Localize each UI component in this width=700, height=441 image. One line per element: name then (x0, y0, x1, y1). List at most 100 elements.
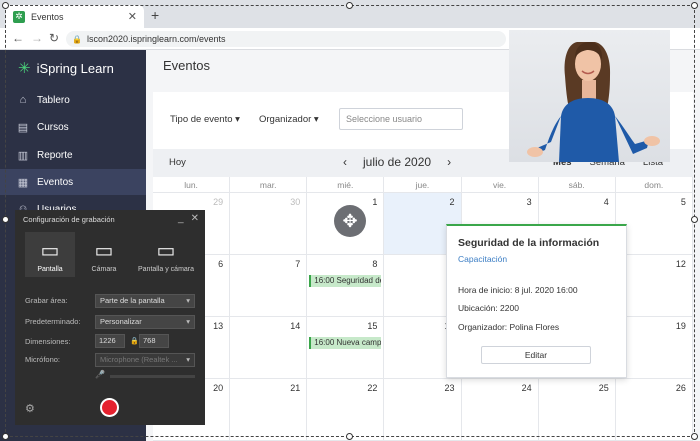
brand-logo[interactable]: ✳ iSpring Learn (18, 59, 114, 77)
sidebar-item-reporte[interactable]: ▥ Reporte (0, 142, 146, 168)
day-number: 29 (213, 197, 224, 207)
sidebar-item-eventos[interactable]: ▦ Eventos (0, 169, 146, 195)
popover-start: Hora de inicio: 8 jul. 2020 16:00 (458, 285, 578, 295)
calendar-event[interactable]: 16:00 Nueva campaña (309, 337, 382, 349)
presenter-photo (527, 42, 660, 162)
weekday-label: jue. (384, 177, 462, 193)
calendar-day-cell[interactable]: 21 (230, 379, 308, 441)
browser-tab-bar: ✲ Eventos ✕ + (0, 0, 700, 28)
popover-location: Ubicación: 2200 (458, 303, 519, 313)
day-number: 8 (372, 259, 378, 269)
sidebar-item-tablero[interactable]: ⌂ Tablero (0, 87, 146, 113)
sidebar-item-label: Tablero (37, 94, 70, 106)
weekday-label: mar. (230, 177, 308, 193)
sidebar-item-cursos[interactable]: ▤ Cursos (0, 114, 146, 140)
day-number: 24 (521, 383, 532, 393)
panel-controls: _ ✕ (178, 213, 199, 224)
month-nav: ‹ julio de 2020 › (343, 155, 451, 169)
popover-category[interactable]: Capacitación (458, 254, 507, 264)
weekday-label: mié. (307, 177, 385, 193)
page-title: Eventos (163, 58, 210, 73)
chart-icon: ▥ (17, 149, 29, 162)
chevron-down-icon: ▾ (313, 114, 319, 125)
event-popover: Seguridad de la información Capacitación… (446, 224, 627, 378)
brand-name: iSpring Learn (36, 60, 114, 76)
day-number: 4 (603, 197, 609, 207)
day-number: 14 (290, 321, 301, 331)
event-type-filter[interactable]: Tipo de evento ▾ (170, 114, 240, 125)
screen: ✲ Eventos ✕ + ← → ↻ 🔒 lscon2020.ispringl… (0, 0, 700, 441)
calendar-event[interactable]: 16:00 Seguridad de la información (309, 275, 382, 287)
calendar-day-cell[interactable]: 15 16:00 Nueva campaña (307, 317, 385, 379)
prev-month-icon[interactable]: ‹ (343, 155, 347, 169)
calendar-day-cell[interactable]: 14 (230, 317, 308, 379)
edit-button[interactable]: Editar (481, 346, 591, 364)
forward-icon[interactable]: → (31, 31, 43, 45)
close-icon[interactable]: ✕ (191, 213, 199, 224)
webcam-preview (509, 30, 670, 162)
today-button[interactable]: Hoy (169, 157, 186, 168)
monitor-icon: ▭ (40, 240, 60, 262)
calendar-icon: ▦ (17, 176, 29, 189)
calendar-day-cell[interactable]: 12 (615, 255, 693, 317)
source-label: Pantalla (37, 266, 63, 273)
chevron-down-icon: ▾ (235, 114, 240, 125)
sidebar-item-label: Eventos (37, 176, 74, 188)
day-number: 19 (675, 321, 686, 331)
day-number: 26 (675, 383, 686, 393)
calendar-day-cell[interactable]: 23 (384, 379, 462, 441)
calendar-day-cell[interactable]: 19 (615, 317, 693, 379)
aspect-lock-icon[interactable]: 🔒 (130, 337, 139, 345)
height-field[interactable]: 768 (139, 334, 169, 348)
weekday-label: sáb. (538, 177, 616, 193)
url-text: lscon2020.ispringlearn.com/events (86, 34, 226, 44)
day-number: 7 (295, 259, 301, 269)
sidebar-item-label: Reporte (37, 149, 73, 161)
calendar-day-cell[interactable]: 7 (230, 255, 308, 317)
source-camera-button[interactable]: ▭ Cámara (79, 232, 129, 277)
day-number: 3 (526, 197, 532, 207)
mic-volume-slider[interactable] (110, 375, 195, 378)
calendar-day-cell[interactable]: 24 (461, 379, 539, 441)
width-field[interactable]: 1226 (95, 334, 125, 348)
url-field[interactable]: 🔒 lscon2020.ispringlearn.com/events (66, 31, 506, 47)
ispring-logo-icon: ✳ (18, 60, 31, 77)
tab-title: Eventos (31, 11, 64, 22)
gear-icon[interactable]: ⚙ (25, 402, 35, 415)
day-number: 13 (213, 321, 224, 331)
organizer-filter[interactable]: Organizador ▾ (259, 114, 319, 125)
area-select[interactable]: Parte de la pantalla (95, 294, 195, 308)
favicon-icon: ✲ (13, 10, 25, 23)
event-type-label: Tipo de evento (170, 114, 233, 125)
calendar-day-cell[interactable]: 26 (615, 379, 693, 441)
month-label: julio de 2020 (363, 155, 432, 169)
next-month-icon[interactable]: › (447, 155, 451, 169)
source-screen-camera-button[interactable]: ▭ Pantalla y cámara (131, 232, 201, 277)
mic-select[interactable]: Microphone (Realtek ... (95, 353, 195, 367)
day-number: 25 (598, 383, 609, 393)
browser-tab[interactable]: ✲ Eventos ✕ (6, 5, 144, 28)
organizer-label: Organizador (259, 114, 312, 125)
monitor-camera-icon: ▭ (156, 240, 176, 262)
mic-label: Micrófono: (25, 355, 61, 364)
source-screen-button[interactable]: ▭ Pantalla (25, 232, 75, 277)
weekday-label: vie. (461, 177, 539, 193)
calendar-day-cell[interactable]: 25 (538, 379, 616, 441)
day-number: 15 (367, 321, 378, 331)
calendar-day-cell[interactable]: 30 (230, 193, 308, 255)
record-button[interactable] (100, 398, 119, 417)
user-select-input[interactable]: Seleccione usuario (339, 108, 463, 130)
calendar-day-cell[interactable]: 8 16:00 Seguridad de la información (307, 255, 385, 317)
back-icon[interactable]: ← (12, 31, 24, 45)
move-icon[interactable]: ✥ (334, 205, 366, 237)
reload-icon[interactable]: ↻ (49, 31, 59, 45)
close-icon[interactable]: ✕ (128, 10, 137, 23)
day-number: 6 (218, 259, 224, 269)
dimensions-label: Dimensiones: (25, 337, 71, 346)
area-label: Grabar área: (25, 296, 68, 305)
minimize-icon[interactable]: _ (178, 213, 184, 224)
preset-select[interactable]: Personalizar (95, 315, 195, 329)
new-tab-button[interactable]: + (151, 7, 159, 23)
calendar-day-cell[interactable]: 22 (307, 379, 385, 441)
calendar-day-cell[interactable]: 5 (615, 193, 693, 255)
